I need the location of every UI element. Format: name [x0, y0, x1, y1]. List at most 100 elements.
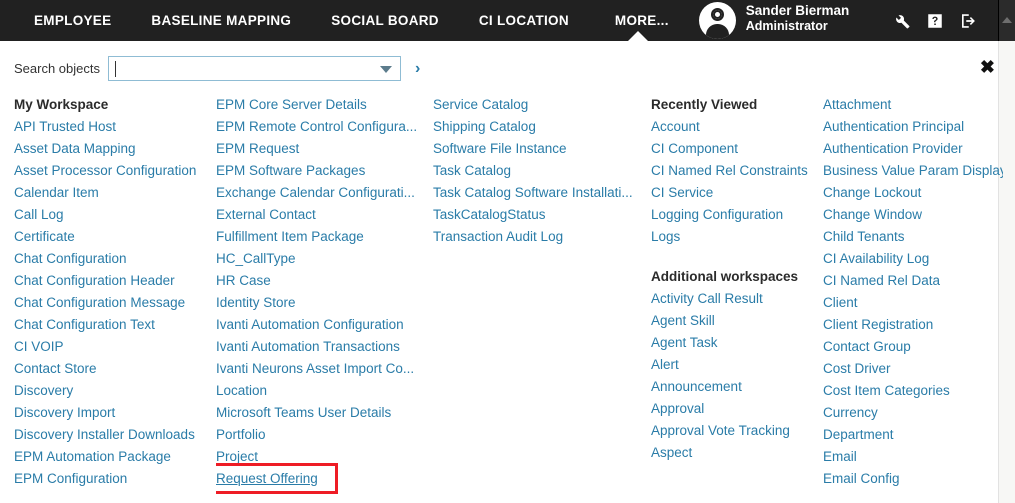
application-window: EMPLOYEE BASELINE MAPPING SOCIAL BOARD C… — [0, 0, 1015, 503]
list-item[interactable]: Discovery — [14, 380, 216, 402]
list-item[interactable]: Transaction Audit Log — [433, 226, 651, 248]
list-item[interactable]: Chat Configuration Header — [14, 270, 216, 292]
list-item[interactable]: Service Catalog — [433, 94, 651, 116]
nav-tab-label: BASELINE MAPPING — [151, 13, 292, 28]
user-profile[interactable]: Sander Bierman Administrator — [698, 0, 850, 41]
nav-tab-social-board[interactable]: SOCIAL BOARD — [311, 0, 459, 41]
wrench-icon[interactable] — [893, 12, 911, 30]
list-item[interactable]: Client Registration — [823, 314, 1003, 336]
top-navigation-bar: EMPLOYEE BASELINE MAPPING SOCIAL BOARD C… — [0, 0, 1015, 42]
list-item[interactable]: CI Named Rel Data — [823, 270, 1003, 292]
nav-tab-label: CI LOCATION — [478, 13, 569, 28]
list-item[interactable]: Alert — [651, 354, 823, 376]
list-item[interactable]: Change Lockout — [823, 182, 1003, 204]
list-item[interactable]: EPM Configuration — [14, 468, 216, 490]
list-item[interactable]: Authentication Provider — [823, 138, 1003, 160]
list-item[interactable]: Account — [651, 116, 823, 138]
list-item[interactable]: TaskCatalogStatus — [433, 204, 651, 226]
list-item[interactable]: Department — [823, 424, 1003, 446]
search-input[interactable] — [109, 57, 374, 80]
list-item[interactable]: Asset Processor Configuration — [14, 160, 216, 182]
list-item[interactable]: Child Tenants — [823, 226, 1003, 248]
list-item[interactable]: Location — [216, 380, 433, 402]
user-text: Sander Bierman Administrator — [746, 4, 850, 38]
list-item[interactable]: Task Catalog — [433, 160, 651, 182]
list-item[interactable]: Project — [216, 446, 433, 468]
list-item[interactable]: Activity Call Result — [651, 288, 823, 310]
list-item[interactable]: Business Value Param Display . — [823, 160, 1003, 182]
nav-tab-baseline-mapping[interactable]: BASELINE MAPPING — [131, 0, 311, 41]
list-item[interactable]: Ivanti Automation Configuration — [216, 314, 433, 336]
list-item[interactable]: Approval — [651, 398, 823, 420]
list-item[interactable]: Ivanti Neurons Asset Import Co... — [216, 358, 433, 380]
search-field[interactable] — [108, 56, 401, 81]
list-item[interactable]: Agent Skill — [651, 310, 823, 332]
list-item[interactable]: Currency — [823, 402, 1003, 424]
column-heading-additional-workspaces: Additional workspaces — [651, 269, 799, 284]
list-item[interactable]: Authentication Principal — [823, 116, 1003, 138]
list-item[interactable]: Email — [823, 446, 1003, 468]
help-icon[interactable] — [926, 12, 944, 30]
close-icon[interactable]: ✖ — [980, 58, 995, 76]
list-item[interactable]: Contact Group — [823, 336, 1003, 358]
list-item[interactable]: Ivanti Automation Transactions — [216, 336, 433, 358]
list-item[interactable]: Email Config — [823, 468, 1003, 490]
list-item[interactable]: Identity Store — [216, 292, 433, 314]
list-item[interactable]: Logging Configuration — [651, 204, 823, 226]
list-item[interactable]: Calendar Item — [14, 182, 216, 204]
list-item[interactable]: Cost Driver — [823, 358, 1003, 380]
list-item-request-offering[interactable]: Request Offering — [216, 468, 318, 490]
list-item[interactable]: EPM Automation Package — [14, 446, 216, 468]
list-item[interactable]: HR Case — [216, 270, 433, 292]
list-item[interactable]: Certificate — [14, 226, 216, 248]
list-item[interactable]: Call Log — [14, 204, 216, 226]
list-item[interactable]: EPM Software Packages — [216, 160, 433, 182]
list-item[interactable]: CI Availability Log — [823, 248, 1003, 270]
list-item[interactable]: EPM Request — [216, 138, 433, 160]
list-item[interactable]: Cost Item Categories — [823, 380, 1003, 402]
list-item[interactable]: CI VOIP — [14, 336, 216, 358]
list-item[interactable]: Exchange Calendar Configurati... — [216, 182, 433, 204]
list-item[interactable]: CI Component — [651, 138, 823, 160]
list-item[interactable]: CI Service — [651, 182, 823, 204]
nav-tab-employee[interactable]: EMPLOYEE — [14, 0, 131, 41]
list-item[interactable]: Contact Store — [14, 358, 216, 380]
list-item[interactable]: Software File Instance — [433, 138, 651, 160]
logout-icon[interactable] — [959, 12, 977, 30]
list-item[interactable]: Change Window — [823, 204, 1003, 226]
list-item[interactable]: Chat Configuration Text — [14, 314, 216, 336]
list-item[interactable]: Chat Configuration Message — [14, 292, 216, 314]
list-item[interactable]: Approval Vote Tracking — [651, 420, 823, 442]
list-item[interactable]: External Contact — [216, 204, 433, 226]
scrollbar-up-button[interactable] — [998, 0, 1015, 41]
list-item[interactable]: Asset Data Mapping — [14, 138, 216, 160]
list-item[interactable]: Fulfillment Item Package — [216, 226, 433, 248]
list-item[interactable]: CI Named Rel Constraints — [651, 160, 823, 182]
list-item[interactable]: Client — [823, 292, 1003, 314]
list-item[interactable]: Shipping Catalog — [433, 116, 651, 138]
chevron-down-icon[interactable] — [380, 66, 392, 73]
nav-tab-more[interactable]: MORE... — [589, 0, 687, 42]
list-item[interactable]: Chat Configuration — [14, 248, 216, 270]
nav-tab-label: MORE... — [614, 13, 669, 28]
list-item[interactable]: Announcement — [651, 376, 823, 398]
list-item[interactable]: Task Catalog Software Installati... — [433, 182, 651, 204]
user-role: Administrator — [745, 18, 828, 33]
list-item[interactable]: API Trusted Host — [14, 116, 216, 138]
list-item[interactable]: Logs — [651, 226, 823, 248]
list-item[interactable]: EPM Remote Control Configura... — [216, 116, 433, 138]
nav-tab-ci-location[interactable]: CI LOCATION — [459, 0, 589, 41]
list-item[interactable]: Agent Task — [651, 332, 823, 354]
avatar-body-icon — [705, 24, 729, 39]
active-tab-pointer-icon — [626, 31, 649, 42]
list-item[interactable]: Discovery Installer Downloads — [14, 424, 216, 446]
search-submit-button[interactable]: › — [415, 60, 420, 77]
list-item[interactable]: Microsoft Teams User Details — [216, 402, 433, 424]
list-item[interactable]: Aspect — [651, 442, 823, 464]
list-item[interactable]: Discovery Import — [14, 402, 216, 424]
object-list-columns: My Workspace API Trusted Host Asset Data… — [0, 94, 1003, 503]
list-item[interactable]: Attachment — [823, 94, 1003, 116]
list-item[interactable]: EPM Core Server Details — [216, 94, 433, 116]
list-item[interactable]: HC_CallType — [216, 248, 433, 270]
list-item[interactable]: Portfolio — [216, 424, 433, 446]
